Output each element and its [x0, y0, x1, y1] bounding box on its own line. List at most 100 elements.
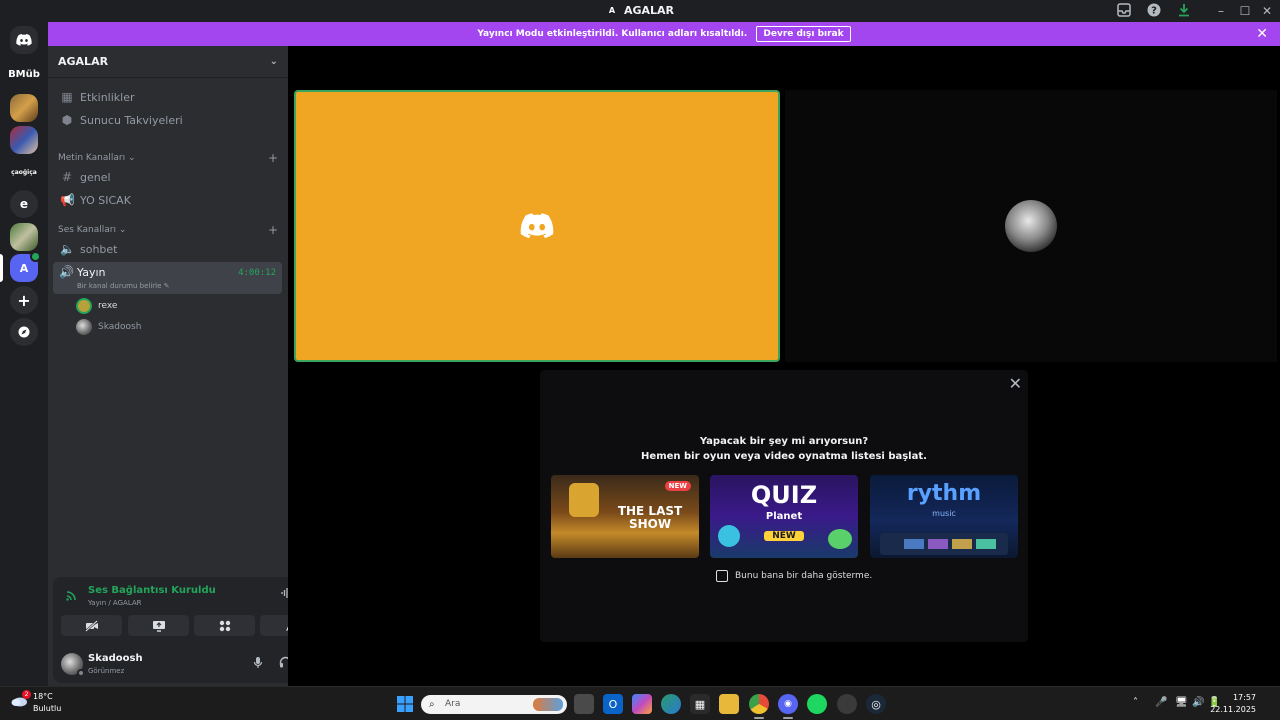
search-icon: ⌕ — [429, 699, 435, 710]
server-boosts-item[interactable]: ⬢ Sunucu Takviyeleri — [56, 109, 280, 131]
server-avatar-icon: A — [608, 6, 616, 15]
channel-sidebar: AGALAR ⌄ ▦ Etkinlikler ⬢ Sunucu Takviyeler… — [48, 46, 331, 686]
set-channel-status[interactable]: Bir kanal durumu belirle ✎ — [77, 282, 170, 290]
text-channels-category[interactable]: Metin Kanalları ⌄ + — [56, 150, 280, 166]
server-icon-4[interactable]: e — [10, 190, 38, 218]
close-window-icon[interactable]: ✕ — [1259, 3, 1275, 19]
discover-icon[interactable] — [10, 318, 38, 346]
activity-card-rythm[interactable]: rythm music — [870, 475, 1018, 558]
inbox-icon[interactable] — [1116, 3, 1132, 19]
microphone-icon[interactable] — [253, 656, 263, 672]
app-icon[interactable] — [837, 694, 857, 714]
add-voice-channel-icon[interactable]: + — [268, 223, 278, 237]
search-highlight-icon — [533, 698, 563, 711]
discord-taskbar-icon[interactable]: ◉ — [778, 694, 798, 714]
download-icon[interactable] — [1176, 3, 1192, 19]
close-notice-icon[interactable]: ✕ — [1256, 22, 1268, 46]
server-folder-label[interactable]: BMüb — [4, 69, 44, 80]
active-server-letter: A — [19, 261, 29, 275]
start-windows-icon[interactable] — [395, 694, 415, 714]
channel-genel[interactable]: # genel — [56, 166, 280, 188]
add-server-icon[interactable]: + — [10, 286, 38, 314]
window-title-text: AGALAR — [623, 4, 675, 17]
character-art — [718, 525, 740, 547]
activity-subheading: Hemen bir oyun veya video oynatma listes… — [641, 451, 927, 462]
server-header[interactable]: AGALAR ⌄ — [48, 46, 288, 78]
outlook-icon[interactable]: O — [603, 694, 623, 714]
chevron-down-icon: ⌄ — [269, 56, 278, 67]
voice-user-name: Skadoosh — [98, 322, 142, 332]
chrome-icon[interactable] — [749, 694, 769, 714]
activity-card-sublabel: music — [932, 509, 956, 518]
clock-date: 22.11.2025 — [1210, 705, 1256, 714]
copilot-icon[interactable] — [632, 694, 652, 714]
active-voice-channel[interactable]: 🔊 Yayın 4:00:12 Bir kanal durumu belirle… — [53, 262, 282, 294]
speaker-icon: 🔈 — [60, 242, 75, 256]
weather-temp: 18°C — [33, 692, 53, 701]
user-name[interactable]: Skadoosh — [88, 653, 143, 664]
file-explorer-icon[interactable] — [719, 694, 739, 714]
activities-button[interactable] — [194, 615, 255, 636]
edge-icon[interactable] — [661, 694, 681, 714]
maximize-icon[interactable]: ☐ — [1237, 3, 1253, 19]
search-placeholder: Ara — [445, 699, 461, 709]
minimize-icon[interactable]: – — [1213, 3, 1229, 19]
user-avatar — [76, 298, 92, 314]
active-server-icon[interactable]: A — [10, 251, 41, 282]
voice-channel-sohbet[interactable]: 🔈 sohbet — [56, 238, 280, 260]
events-label: Etkinlikler — [80, 90, 135, 104]
help-icon[interactable]: ? — [1146, 3, 1162, 19]
voice-user-rexe[interactable]: rexe — [76, 296, 117, 316]
participant-tile-rexe[interactable] — [294, 90, 780, 362]
activity-card-label: THE LAST SHOW — [617, 504, 683, 531]
steam-icon[interactable]: ◎ — [866, 694, 886, 714]
voice-connected-title[interactable]: Ses Bağlantısı Kuruldu — [88, 585, 216, 596]
server-icon-2[interactable] — [10, 126, 38, 154]
close-icon[interactable]: ✕ — [1009, 374, 1022, 393]
camera-button[interactable] — [61, 615, 122, 636]
taskbar-search-input[interactable]: ⌕ Ara — [421, 695, 567, 714]
channel-yo-sicak[interactable]: 📢 YO SICAK — [56, 189, 280, 211]
tray-mic-icon[interactable]: 🎤 — [1155, 697, 1167, 708]
channel-status-label: Bir kanal durumu belirle — [77, 282, 162, 290]
calendar-icon: ▦ — [61, 90, 73, 104]
clock-time: 17:57 — [1232, 693, 1256, 702]
voice-channels-category[interactable]: Ses Kanalları ⌄ + — [56, 222, 280, 238]
screen-share-button[interactable] — [128, 615, 189, 636]
tray-overflow-icon[interactable]: ˄ — [1133, 697, 1138, 708]
activity-card-last-show[interactable]: NEW THE LAST SHOW — [551, 475, 699, 558]
participant-tile-skadoosh[interactable] — [785, 90, 1277, 362]
voice-connected-subtitle[interactable]: Yayın / AGALAR — [88, 599, 142, 607]
disable-streamer-mode-button[interactable]: Devre dışı bırak — [756, 26, 851, 42]
volume-icon[interactable]: 🔊 — [1192, 697, 1204, 708]
windows-taskbar: 2 18°C Bulutlu ⌕ Ara O ▦ ◉ ◎ ˄ 🎤 🖥 🔊 🔋 1… — [0, 686, 1280, 720]
discord-logo-icon — [520, 213, 554, 239]
character-art — [828, 529, 852, 549]
voice-user-skadoosh[interactable]: Skadoosh — [76, 317, 141, 337]
taskbar-clock[interactable]: 17:57 22.11.2025 — [1210, 692, 1256, 716]
server-rail: BMüb çaoğiça e A + — [0, 22, 48, 686]
active-voice-name: Yayın — [77, 266, 106, 279]
boosts-label: Sunucu Takviyeleri — [80, 113, 183, 127]
announcement-icon: 📢 — [60, 193, 75, 207]
discord-home-icon[interactable] — [10, 26, 38, 54]
invisible-status-icon — [77, 669, 85, 677]
server-icon-1[interactable] — [10, 94, 38, 122]
chrome-active-indicator — [754, 717, 764, 719]
store-icon[interactable]: ▦ — [690, 694, 710, 714]
signal-icon[interactable] — [66, 589, 78, 604]
server-icon-5[interactable] — [10, 223, 38, 251]
activity-card-quiz-planet[interactable]: QUIZ Planet NEW — [710, 475, 858, 558]
channel-label: YO SICAK — [80, 193, 131, 207]
network-icon[interactable]: 🖥 — [1175, 697, 1188, 708]
events-item[interactable]: ▦ Etkinlikler — [56, 86, 280, 108]
checkbox-icon[interactable] — [716, 570, 728, 582]
pencil-icon: ✎ — [163, 282, 170, 290]
dont-show-again-checkbox[interactable]: Bunu bana bir daha gösterme. — [716, 570, 872, 582]
server-icon-3[interactable]: çaoğiça — [10, 158, 38, 186]
add-text-channel-icon[interactable]: + — [268, 151, 278, 165]
spotify-icon[interactable] — [807, 694, 827, 714]
voice-user-name: rexe — [98, 301, 118, 311]
user-status: Görünmez — [88, 667, 125, 675]
task-view-icon[interactable] — [574, 694, 594, 714]
